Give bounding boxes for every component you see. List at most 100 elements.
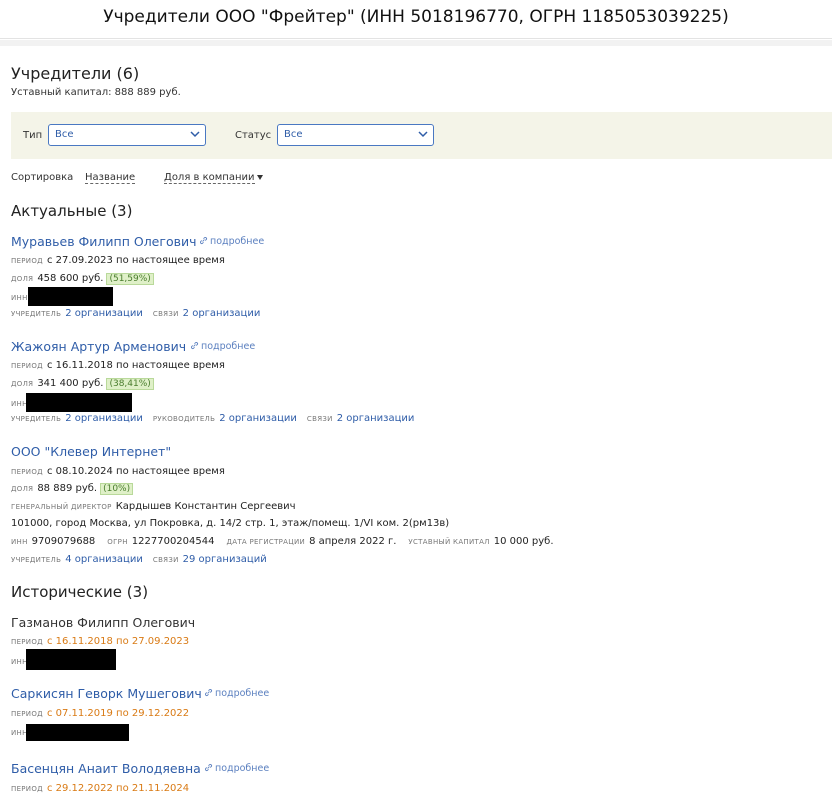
- links-label: СВЯЗИ: [152, 556, 179, 564]
- period-value: с 16.11.2018 по 27.09.2023: [46, 636, 190, 647]
- director-row: ГЕНЕРАЛЬНЫЙ ДИРЕКТОР Кардышев Константин …: [11, 501, 296, 512]
- more-label: подробнее: [215, 688, 270, 699]
- period-label: ПЕРИОД: [11, 257, 43, 265]
- more-link[interactable]: подробнее: [190, 341, 255, 352]
- period-label: ПЕРИОД: [11, 638, 43, 646]
- share-percent-badge: (10%): [100, 483, 134, 495]
- period-row: ПЕРИОД с 08.10.2024 по настоящее время: [11, 466, 225, 477]
- founder-name-link[interactable]: Саркисян Геворк Мушегович: [11, 686, 202, 701]
- founder-label: УЧРЕДИТЕЛЬ: [11, 310, 62, 318]
- type-filter-label: Тип: [23, 130, 43, 141]
- founder-name-link[interactable]: Басенцян Анаит Володяевна: [11, 761, 201, 776]
- director-name: Кардышев Константин Сергеевич: [115, 501, 296, 512]
- founder-label: УЧРЕДИТЕЛЬ: [11, 415, 62, 423]
- links-orgs-link[interactable]: 29 организаций: [183, 554, 267, 565]
- more-link[interactable]: подробнее: [204, 688, 269, 699]
- period-value: с 29.12.2022 по 21.11.2024: [46, 783, 190, 794]
- redacted-inn: [25, 724, 129, 741]
- founder-label: УЧРЕДИТЕЛЬ: [11, 556, 62, 564]
- redacted-inn: [25, 649, 116, 670]
- company-capital: 10 000 руб.: [493, 536, 554, 547]
- more-label: подробнее: [215, 763, 270, 774]
- share-percent-badge: (51,59%): [106, 273, 154, 285]
- relations-row: УЧРЕДИТЕЛЬ 2 организации СВЯЗИ 2 организаци…: [11, 308, 270, 319]
- period-row: ПЕРИОД с 29.12.2022 по 21.11.2024: [11, 783, 189, 794]
- sort-by-share[interactable]: Доля в компании: [164, 172, 255, 184]
- period-label: ПЕРИОД: [11, 468, 43, 476]
- relations-row: УЧРЕДИТЕЛЬ 4 организации СВЯЗИ 29 организац…: [11, 554, 277, 565]
- title-divider: [0, 40, 832, 46]
- link-icon: [204, 688, 213, 697]
- links-orgs-link[interactable]: 2 организации: [337, 413, 415, 424]
- share-row: ДОЛЯ 88 889 руб. (10%): [11, 483, 134, 495]
- share-label: ДОЛЯ: [11, 275, 34, 283]
- type-filter-select[interactable]: Все: [48, 124, 206, 146]
- company-name-link[interactable]: ООО "Клевер Интернет": [11, 444, 171, 459]
- window-title: Учредители ООО "Фрейтер" (ИНН 5018196770…: [103, 7, 729, 27]
- company-details-row: ИНН 9709079688 ОГРН 1227700204544 ДАТА РЕГИС…: [11, 536, 554, 547]
- links-orgs-link[interactable]: 2 организации: [183, 308, 261, 319]
- founder-name: Газманов Филипп Олегович: [11, 615, 196, 630]
- window-titlebar: Учредители ООО "Фрейтер" (ИНН 5018196770…: [0, 0, 832, 39]
- company-address: 101000, город Москва, ул Покровка, д. 14…: [11, 518, 450, 529]
- share-value: 458 600 руб.: [37, 273, 104, 284]
- type-filter-value: Все: [55, 129, 74, 140]
- more-label: подробнее: [210, 236, 265, 247]
- historical-heading: Исторические (3): [11, 583, 149, 601]
- sort-caret-icon: [257, 175, 263, 180]
- share-value: 88 889 руб.: [37, 483, 98, 494]
- period-value: с 07.11.2019 по 29.12.2022: [46, 708, 190, 719]
- inn-label: ИНН: [11, 538, 28, 546]
- gen-director-label: ГЕНЕРАЛЬНЫЙ ДИРЕКТОР: [11, 503, 112, 511]
- period-label: ПЕРИОД: [11, 362, 43, 370]
- relations-row: УЧРЕДИТЕЛЬ 2 организации РУКОВОДИТЕЛЬ 2 орг…: [11, 413, 424, 424]
- charter-capital-label: УСТАВНЫЙ КАПИТАЛ: [408, 538, 490, 546]
- founder-orgs-link[interactable]: 2 организации: [65, 308, 143, 319]
- share-row: ДОЛЯ 341 400 руб. (38,41%): [11, 378, 154, 390]
- chevron-down-icon: [190, 131, 200, 138]
- period-value: с 16.11.2018 по настоящее время: [46, 360, 225, 371]
- share-percent-badge: (38,41%): [106, 378, 154, 390]
- chevron-down-icon: [418, 131, 428, 138]
- founder-name-link[interactable]: Муравьев Филипп Олегович: [11, 234, 196, 249]
- period-row: ПЕРИОД с 27.09.2023 по настоящее время: [11, 255, 225, 266]
- founder-name-link[interactable]: Жажоян Артур Арменович: [11, 339, 186, 354]
- link-icon: [199, 236, 208, 245]
- company-ogrn: 1227700204544: [131, 536, 215, 547]
- current-heading: Актуальные (3): [11, 202, 133, 220]
- period-value: с 27.09.2023 по настоящее время: [46, 255, 225, 266]
- share-label: ДОЛЯ: [11, 485, 34, 493]
- status-filter-label: Статус: [235, 130, 272, 141]
- more-link[interactable]: подробнее: [204, 763, 269, 774]
- founder-orgs-link[interactable]: 4 организации: [65, 554, 143, 565]
- more-label: подробнее: [201, 341, 256, 352]
- status-filter-select[interactable]: Все: [277, 124, 434, 146]
- sort-label: Сортировка: [11, 172, 74, 183]
- status-filter-value: Все: [284, 129, 303, 140]
- links-label: СВЯЗИ: [152, 310, 179, 318]
- sort-by-name[interactable]: Название: [85, 172, 136, 184]
- founder-orgs-link[interactable]: 2 организации: [65, 413, 143, 424]
- inn-label: ИНН: [11, 294, 28, 302]
- period-row: ПЕРИОД с 07.11.2019 по 29.12.2022: [11, 708, 189, 719]
- company-reg-date: 8 апреля 2022 г.: [309, 536, 397, 547]
- more-link[interactable]: подробнее: [199, 236, 264, 247]
- page-title: Учредители (6): [11, 64, 140, 83]
- ogrn-label: ОГРН: [107, 538, 128, 546]
- share-label: ДОЛЯ: [11, 380, 34, 388]
- period-row: ПЕРИОД с 16.11.2018 по настоящее время: [11, 360, 225, 371]
- period-label: ПЕРИОД: [11, 710, 43, 718]
- link-icon: [190, 341, 199, 350]
- inn-row: ИНН: [11, 649, 116, 670]
- link-icon: [204, 763, 213, 772]
- head-label: РУКОВОДИТЕЛЬ: [152, 415, 216, 423]
- filter-bar: Тип Все Статус Все: [11, 112, 832, 159]
- inn-row: ИНН: [11, 287, 113, 306]
- head-orgs-link[interactable]: 2 организации: [219, 413, 297, 424]
- share-row: ДОЛЯ 458 600 руб. (51,59%): [11, 273, 154, 285]
- period-value: с 08.10.2024 по настоящее время: [46, 466, 225, 477]
- reg-date-label: ДАТА РЕГИСТРАЦИИ: [226, 538, 306, 546]
- capital-summary: Уставный капитал: 888 889 руб.: [11, 87, 181, 98]
- period-label: ПЕРИОД: [11, 785, 43, 793]
- redacted-inn: [27, 287, 113, 306]
